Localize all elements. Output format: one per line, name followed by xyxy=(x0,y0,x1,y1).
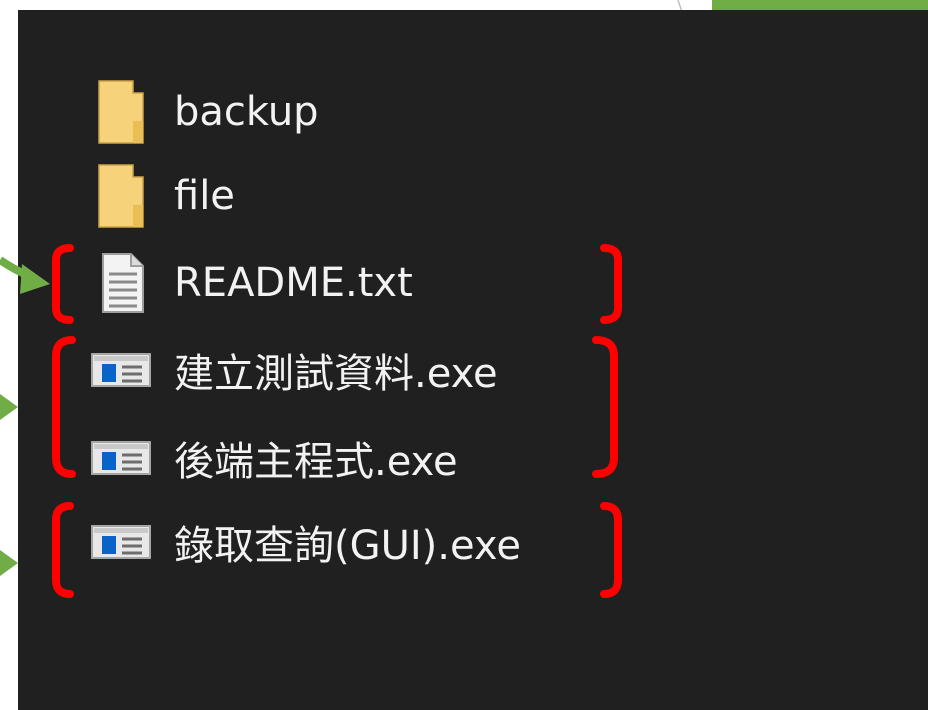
list-item-backup[interactable]: backup xyxy=(90,76,650,148)
folder-icon xyxy=(90,164,152,228)
file-name: 後端主程式.exe xyxy=(174,439,458,485)
file-name: 建立測試資料.exe xyxy=(174,351,498,397)
arrow-icon xyxy=(0,394,18,420)
left-bracket-exe-group xyxy=(52,336,76,478)
executable-icon xyxy=(90,430,152,486)
list-item-backend-main-exe[interactable]: 後端主程式.exe xyxy=(90,422,650,494)
list-item-create-test-data-exe[interactable]: 建立測試資料.exe xyxy=(90,334,650,406)
list-item-file[interactable]: file xyxy=(90,160,650,232)
text-document-icon xyxy=(90,253,152,313)
right-bracket-gui-exe xyxy=(600,502,622,598)
left-bracket-gui-exe xyxy=(52,502,74,598)
list-item-admission-query-gui-exe[interactable]: 錄取查詢(GUI).exe xyxy=(90,506,650,578)
folder-icon xyxy=(90,80,152,144)
file-list: backup file README.txt 建立測試資料.exe 後端主程式.… xyxy=(18,10,928,710)
executable-icon xyxy=(90,514,152,570)
arrow-icon xyxy=(0,256,50,294)
file-explorer-pane: backup file README.txt 建立測試資料.exe 後端主程式.… xyxy=(18,10,928,710)
executable-icon xyxy=(90,342,152,398)
file-name: README.txt xyxy=(174,260,413,306)
arrow-icon xyxy=(0,550,18,576)
right-bracket-readme xyxy=(600,244,622,324)
file-name: file xyxy=(174,173,235,219)
file-name: backup xyxy=(174,89,319,135)
file-name: 錄取查詢(GUI).exe xyxy=(174,523,521,569)
left-bracket-readme xyxy=(52,244,74,324)
list-item-readme[interactable]: README.txt xyxy=(90,247,650,319)
right-bracket-exe-group xyxy=(592,336,618,478)
